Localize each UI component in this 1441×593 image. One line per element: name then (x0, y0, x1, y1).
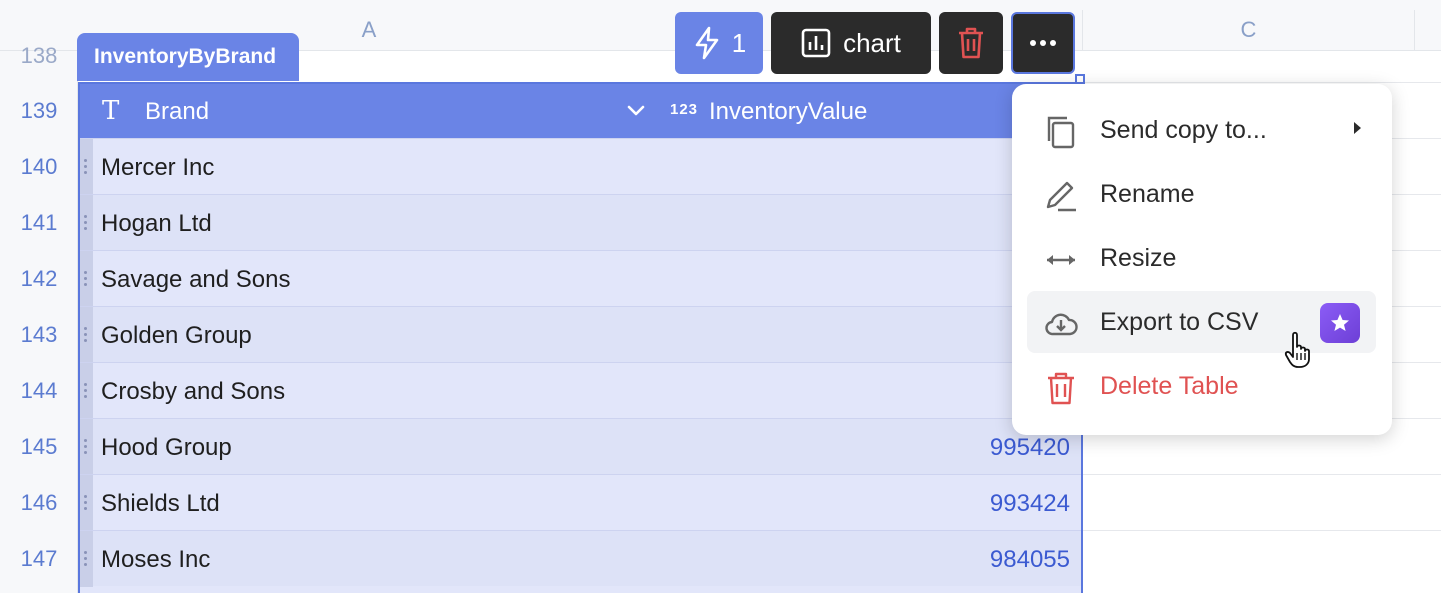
more-horizontal-icon (1030, 40, 1056, 46)
row-number[interactable]: 146 (0, 475, 78, 531)
brand-cell[interactable]: Hood Group (101, 434, 232, 462)
row-number[interactable]: 141 (0, 195, 78, 251)
row-drag-handle[interactable] (80, 419, 93, 475)
table-name-tab[interactable]: InventoryByBrand (77, 33, 299, 81)
drag-dots-icon (83, 551, 89, 567)
ai-actions-button[interactable]: 1 (675, 12, 763, 74)
menu-item-label: Rename (1100, 180, 1195, 208)
row-drag-handle[interactable] (80, 139, 93, 195)
row-number[interactable]: 142 (0, 251, 78, 307)
row-number[interactable]: 144 (0, 363, 78, 419)
row-drag-handle[interactable] (80, 195, 93, 251)
chart-button-label: chart (843, 27, 901, 58)
more-options-button[interactable] (1011, 12, 1075, 74)
menu-item-label: Export to CSV (1100, 308, 1259, 336)
menu-item-label: Send copy to... (1100, 116, 1267, 144)
menu-item-delete-table[interactable]: Delete Table (1027, 355, 1376, 417)
row-drag-handle[interactable] (80, 363, 93, 419)
inventory-value-cell[interactable]: 984055 (990, 546, 1070, 574)
hand-pointer-cursor-icon (1284, 331, 1310, 368)
number-type-icon: 123 (670, 101, 699, 118)
brand-cell[interactable]: Moses Inc (101, 546, 210, 574)
column-header-brand[interactable]: Brand (145, 98, 209, 126)
row-number[interactable]: 138 (0, 28, 78, 84)
brand-cell[interactable]: Golden Group (101, 322, 252, 350)
drag-dots-icon (83, 495, 89, 511)
chevron-down-icon[interactable] (625, 100, 647, 122)
row-drag-handle[interactable] (80, 251, 93, 307)
menu-item-label: Delete Table (1100, 372, 1239, 400)
menu-item-resize[interactable]: Resize (1027, 227, 1376, 289)
table-row[interactable]: Hood Group 995420 (80, 418, 1081, 475)
table-options-menu: Send copy to... Rename Resize Export to … (1012, 84, 1392, 435)
brand-cell[interactable]: Hogan Ltd (101, 210, 212, 238)
lightning-icon (695, 26, 719, 60)
table-row[interactable]: Savage and Sons 110 (80, 250, 1081, 307)
text-type-icon: T (102, 96, 120, 126)
resize-icon (1047, 255, 1075, 265)
grid-line (1082, 82, 1441, 83)
row-number[interactable]: 139 (0, 83, 78, 139)
table-row[interactable]: Mercer Inc 137 (80, 138, 1081, 195)
table-row[interactable]: Golden Group 105 (80, 306, 1081, 363)
table-row[interactable]: Crosby and Sons 102 (80, 362, 1081, 419)
brand-cell[interactable]: Shields Ltd (101, 490, 220, 518)
delete-table-button[interactable] (939, 12, 1003, 74)
column-header-inventory-value[interactable]: InventoryValue (709, 98, 867, 126)
premium-star-badge (1320, 303, 1360, 343)
drag-dots-icon (83, 327, 89, 343)
menu-item-export-csv[interactable]: Export to CSV (1027, 291, 1376, 353)
cloud-download-icon (1045, 313, 1078, 336)
drag-dots-icon (83, 383, 89, 399)
inventory-value-cell[interactable]: 993424 (990, 490, 1070, 518)
drag-dots-icon (83, 271, 89, 287)
trash-icon (1048, 372, 1074, 405)
drag-dots-icon (83, 159, 89, 175)
table-row[interactable]: Moses Inc 984055 (80, 530, 1081, 587)
grid-line (1082, 530, 1441, 531)
menu-item-label: Resize (1100, 244, 1177, 272)
row-number[interactable]: 147 (0, 531, 78, 587)
ai-actions-count: 1 (731, 27, 747, 58)
star-icon (1331, 314, 1349, 331)
row-drag-handle[interactable] (80, 475, 93, 531)
drag-dots-icon (83, 215, 89, 231)
pencil-icon (1046, 181, 1076, 212)
column-header-c[interactable]: C (1083, 10, 1414, 50)
caret-right-icon (1354, 122, 1361, 134)
table-row[interactable]: Shields Ltd 993424 (80, 474, 1081, 531)
row-number[interactable]: 143 (0, 307, 78, 363)
brand-cell[interactable]: Mercer Inc (101, 154, 214, 182)
menu-item-rename[interactable]: Rename (1027, 163, 1376, 225)
brand-cell[interactable]: Savage and Sons (101, 266, 290, 294)
inventory-value-cell[interactable]: 995420 (990, 434, 1070, 462)
row-drag-handle[interactable] (80, 307, 93, 363)
menu-item-send-copy[interactable]: Send copy to... (1027, 99, 1376, 161)
copy-icon (1047, 116, 1075, 149)
row-number[interactable]: 140 (0, 139, 78, 195)
trash-icon (959, 27, 983, 59)
row-drag-handle[interactable] (80, 531, 93, 587)
drag-dots-icon (83, 439, 89, 455)
chart-button[interactable]: chart (771, 12, 931, 74)
column-separator (1414, 10, 1415, 50)
table-resize-handle[interactable] (1075, 74, 1085, 84)
table-header: T Brand 123 InventoryValue (80, 84, 1081, 138)
table-row[interactable]: Hogan Ltd 111 (80, 194, 1081, 251)
brand-cell[interactable]: Crosby and Sons (101, 378, 285, 406)
row-number[interactable]: 145 (0, 419, 78, 475)
grid-line (1082, 474, 1441, 475)
bar-chart-icon (801, 28, 831, 58)
